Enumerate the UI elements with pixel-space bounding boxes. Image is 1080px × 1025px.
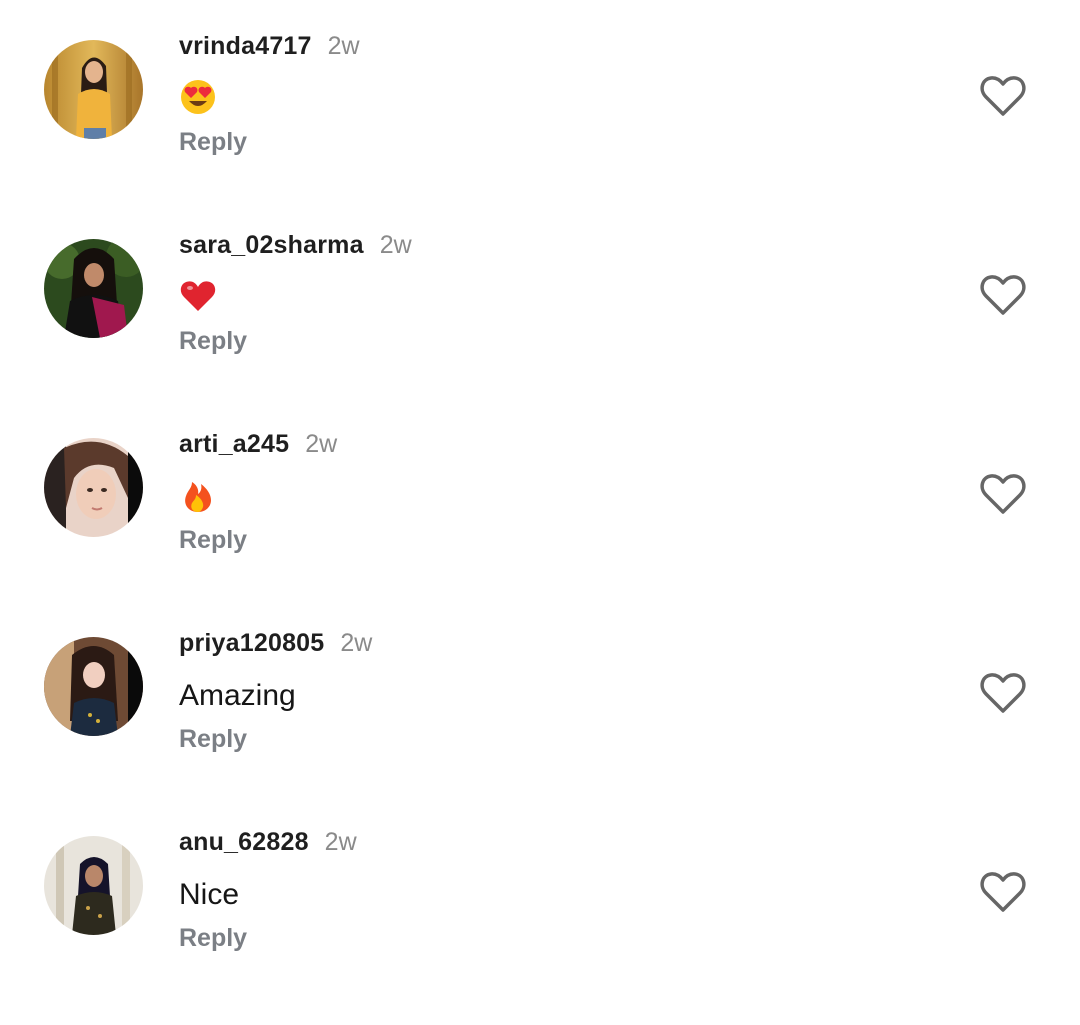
avatar[interactable] xyxy=(44,40,143,139)
comment-item: priya120805 2w Amazing Reply xyxy=(0,597,1080,796)
timestamp: 2w xyxy=(327,32,360,60)
heart-outline-icon[interactable] xyxy=(979,273,1027,317)
heart-outline-icon[interactable] xyxy=(979,472,1027,516)
comment-item: vrinda4717 2w Reply xyxy=(0,0,1080,199)
fire-emoji xyxy=(179,476,219,516)
comment-item: sara_02sharma 2w Reply xyxy=(0,199,1080,398)
red-heart-emoji xyxy=(179,277,219,317)
reply-button[interactable]: Reply xyxy=(179,924,247,953)
comment-meta: sara_02sharma 2w xyxy=(179,231,412,263)
timestamp: 2w xyxy=(379,231,412,259)
comment-item: anu_62828 2w Nice Reply xyxy=(0,796,1080,995)
avatar[interactable] xyxy=(44,836,143,935)
username[interactable]: arti_a245 xyxy=(179,430,289,458)
comment-item: arti_a245 2w Reply xyxy=(0,398,1080,597)
timestamp: 2w xyxy=(324,828,357,856)
comment-text: Nice xyxy=(179,878,240,911)
heart-outline-icon[interactable] xyxy=(979,671,1027,715)
comment-meta: priya120805 2w xyxy=(179,629,372,661)
username[interactable]: vrinda4717 xyxy=(179,32,312,60)
heart-outline-icon[interactable] xyxy=(979,870,1027,914)
comment-text: Amazing xyxy=(179,679,296,712)
reply-button[interactable]: Reply xyxy=(179,128,247,157)
avatar[interactable] xyxy=(44,438,143,537)
comment-meta: arti_a245 2w xyxy=(179,430,337,462)
username[interactable]: sara_02sharma xyxy=(179,231,364,259)
reply-button[interactable]: Reply xyxy=(179,526,247,555)
avatar[interactable] xyxy=(44,239,143,338)
reply-button[interactable]: Reply xyxy=(179,327,247,356)
heart-outline-icon[interactable] xyxy=(979,74,1027,118)
avatar[interactable] xyxy=(44,637,143,736)
heart-eyes-emoji xyxy=(179,78,219,118)
username[interactable]: priya120805 xyxy=(179,629,324,657)
timestamp: 2w xyxy=(305,430,338,458)
reply-button[interactable]: Reply xyxy=(179,725,247,754)
username[interactable]: anu_62828 xyxy=(179,828,309,856)
comment-meta: anu_62828 2w xyxy=(179,828,357,860)
comment-meta: vrinda4717 2w xyxy=(179,32,360,64)
timestamp: 2w xyxy=(340,629,373,657)
